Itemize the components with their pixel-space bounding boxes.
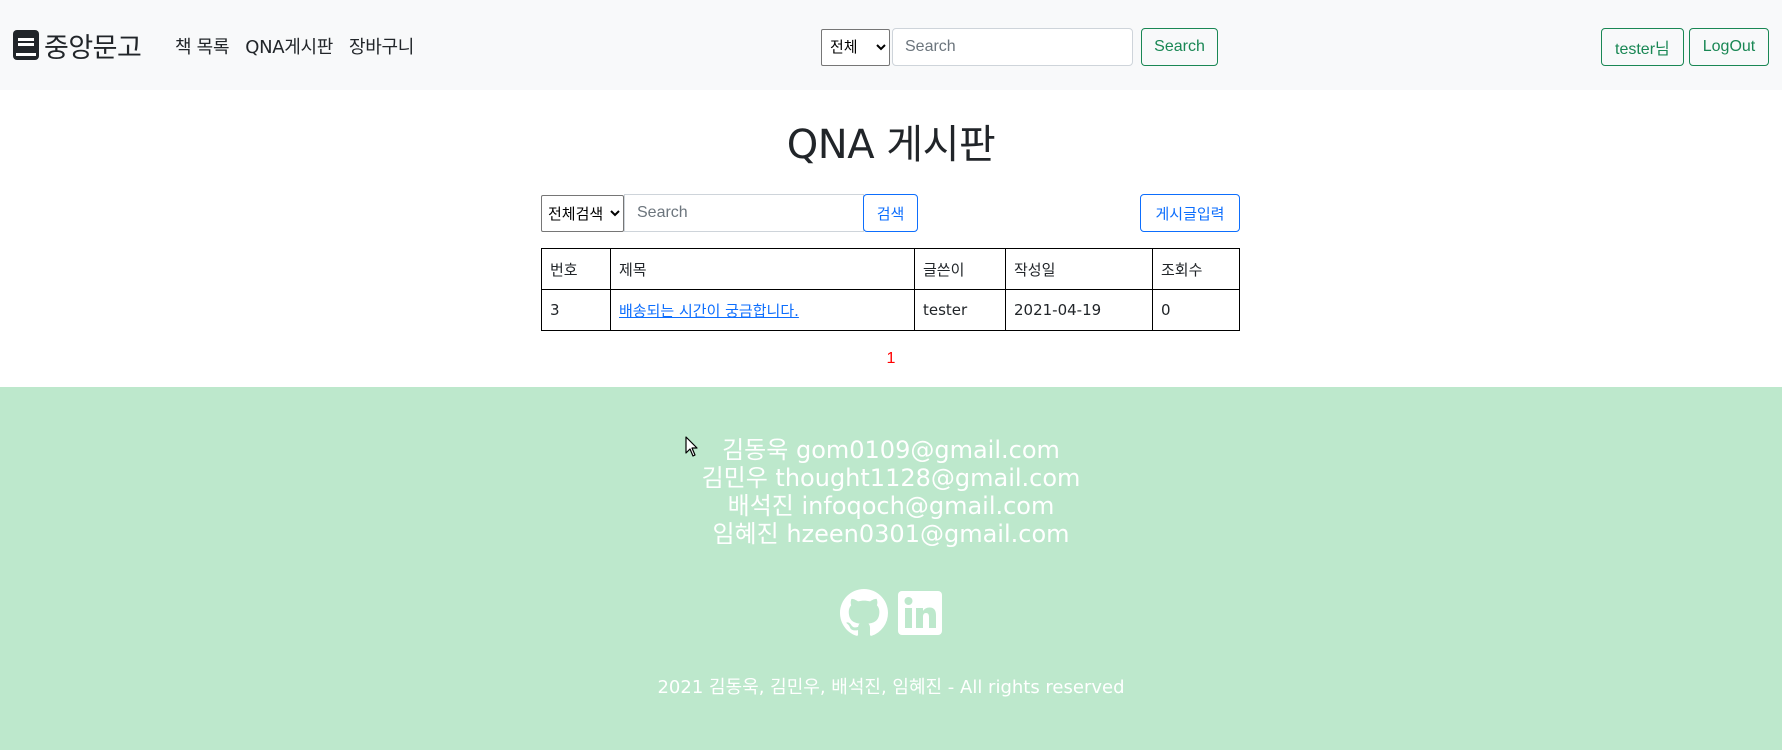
board-search-input[interactable] bbox=[624, 194, 864, 232]
table-header-row: 번호 제목 글쓴이 작성일 조회수 bbox=[541, 248, 1240, 290]
qna-table: 번호 제목 글쓴이 작성일 조회수 3 배송되는 시간이 궁금합니다. test… bbox=[541, 248, 1240, 331]
brand-link[interactable]: 중앙문고 bbox=[12, 28, 142, 64]
nav-link-qna[interactable]: QNA게시판 bbox=[245, 33, 333, 59]
post-date: 2021-04-19 bbox=[1005, 289, 1153, 331]
nav-menu: 책 목록 QNA게시판 장바구니 bbox=[175, 33, 414, 59]
pagination: 1 bbox=[0, 350, 1782, 368]
user-area: tester님 LogOut bbox=[1601, 28, 1770, 66]
board-search-category-select[interactable]: 전체검색 bbox=[541, 195, 624, 232]
table-row: 3 배송되는 시간이 궁금합니다. tester 2021-04-19 0 bbox=[541, 289, 1240, 331]
post-number: 3 bbox=[541, 289, 611, 331]
logout-button[interactable]: LogOut bbox=[1688, 28, 1770, 66]
column-header-number: 번호 bbox=[541, 248, 611, 290]
write-post-button[interactable]: 게시글입력 bbox=[1140, 194, 1240, 232]
column-header-views: 조회수 bbox=[1152, 248, 1240, 290]
book-icon bbox=[12, 29, 40, 61]
github-icon[interactable] bbox=[840, 589, 888, 637]
page-title: QNA 게시판 bbox=[786, 122, 996, 168]
column-header-title: 제목 bbox=[610, 248, 915, 290]
mouse-cursor-icon bbox=[685, 436, 699, 458]
post-author: tester bbox=[914, 289, 1006, 331]
contact-item: 김동욱 gom0109@gmail.com bbox=[722, 436, 1060, 464]
navbar: 중앙문고 책 목록 QNA게시판 장바구니 전체 Search tester님 … bbox=[0, 0, 1782, 90]
board-search-button[interactable]: 검색 bbox=[863, 194, 918, 232]
top-search-input[interactable] bbox=[892, 28, 1133, 66]
copyright-text: 2021 김동욱, 김민우, 배석진, 임혜진 - All rights res… bbox=[657, 677, 1125, 698]
contact-item: 김민우 thought1128@gmail.com bbox=[701, 464, 1081, 492]
contact-item: 임혜진 hzeen0301@gmail.com bbox=[712, 520, 1070, 548]
contact-list: 김동욱 gom0109@gmail.com 김민우 thought1128@gm… bbox=[0, 436, 1782, 548]
social-links bbox=[840, 589, 944, 637]
linkedin-icon[interactable] bbox=[896, 589, 944, 637]
post-title-cell: 배송되는 시간이 궁금합니다. bbox=[610, 289, 915, 331]
post-title-link[interactable]: 배송되는 시간이 궁금합니다. bbox=[619, 302, 799, 320]
post-views: 0 bbox=[1152, 289, 1240, 331]
nav-link-cart[interactable]: 장바구니 bbox=[349, 33, 414, 59]
brand-name: 중앙문고 bbox=[44, 32, 142, 64]
top-search-category-select[interactable]: 전체 bbox=[821, 28, 890, 66]
contact-item: 배석진 infoqoch@gmail.com bbox=[727, 492, 1055, 520]
footer: 김동욱 gom0109@gmail.com 김민우 thought1128@gm… bbox=[0, 387, 1782, 750]
user-profile-button[interactable]: tester님 bbox=[1601, 28, 1684, 66]
page-link-current[interactable]: 1 bbox=[887, 350, 896, 367]
column-header-author: 글쓴이 bbox=[914, 248, 1006, 290]
board-search-bar: 전체검색 검색 게시글입력 bbox=[541, 194, 1240, 232]
column-header-date: 작성일 bbox=[1005, 248, 1153, 290]
nav-link-books[interactable]: 책 목록 bbox=[175, 33, 230, 59]
top-search-button[interactable]: Search bbox=[1141, 28, 1218, 66]
top-search-form: 전체 Search bbox=[821, 28, 1218, 66]
